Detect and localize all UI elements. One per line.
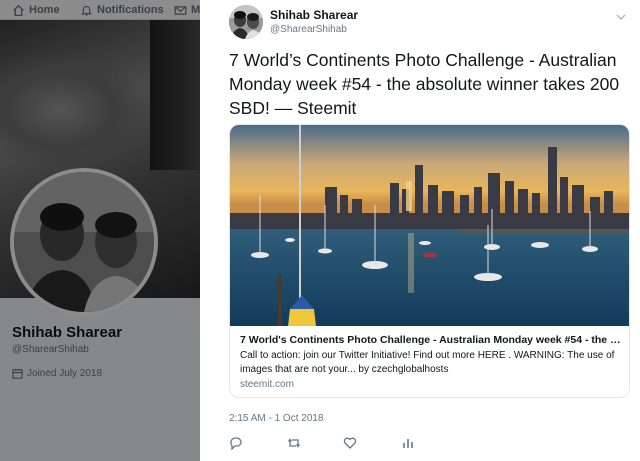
reply-button[interactable]	[229, 436, 243, 451]
card-title[interactable]: 7 World's Continents Photo Challenge - A…	[240, 334, 622, 346]
link-card[interactable]: 7 World's Continents Photo Challenge - A…	[229, 124, 630, 398]
analytics-button[interactable]	[401, 436, 415, 450]
tweet-timestamp[interactable]: 2:15 AM - 1 Oct 2018	[229, 413, 324, 424]
card-domain: steemit.com	[240, 379, 294, 390]
tweet-author-name[interactable]: Shihab Sharear	[270, 8, 358, 22]
tweet-modal: Shihab Sharear @SharearShihab 7 World’s …	[200, 0, 640, 461]
card-image	[230, 125, 629, 326]
reply-icon	[230, 437, 242, 451]
chevron-down-icon[interactable]	[614, 10, 628, 24]
retweet-button[interactable]	[287, 436, 301, 450]
tweet-text: 7 World’s Continents Photo Challenge - A…	[229, 50, 620, 118]
heart-icon	[343, 437, 357, 449]
card-description: Call to action: join our Twitter Initiat…	[240, 350, 615, 375]
analytics-icon	[403, 439, 413, 448]
like-button[interactable]	[343, 436, 357, 450]
tweet-author-handle[interactable]: @SharearShihab	[270, 24, 347, 35]
tweet-author-avatar[interactable]	[229, 5, 263, 39]
retweet-icon	[287, 438, 301, 448]
tweet-actions	[229, 436, 419, 452]
